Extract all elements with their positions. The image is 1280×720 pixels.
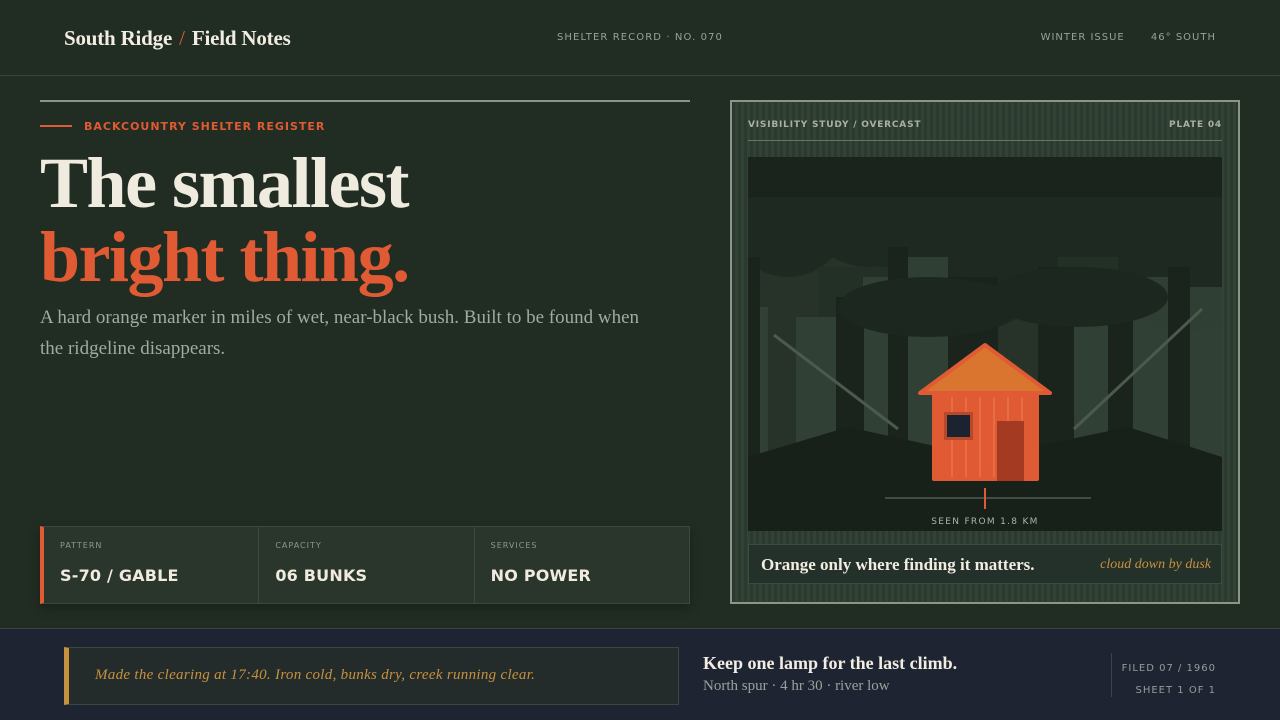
visibility-plate: VISIBILITY STUDY / OVERCAST PLATE 04 SEE… bbox=[730, 100, 1240, 604]
spec-panel: PATTERN S-70 / GABLE CAPACITY 06 BUNKS S… bbox=[40, 526, 690, 604]
register-eyebrow: BACKCOUNTRY SHELTER REGISTER bbox=[40, 120, 325, 133]
spec-label: PATTERN bbox=[60, 541, 103, 550]
issue-label: WINTER ISSUE bbox=[1040, 32, 1125, 43]
plate-title: VISIBILITY STUDY / OVERCAST bbox=[748, 120, 922, 130]
page-headline: The smallest bright thing. bbox=[40, 143, 410, 297]
footer-meta: FILED 07 / 1960 SHEET 1 OF 1 bbox=[1122, 658, 1216, 702]
plate-caption-bar: Orange only where finding it matters. cl… bbox=[748, 544, 1222, 584]
headline-line-2: bright thing. bbox=[40, 217, 410, 297]
eyebrow-dash bbox=[40, 125, 72, 127]
spec-pattern: PATTERN S-70 / GABLE bbox=[44, 527, 260, 603]
plate-caption-note: cloud down by dusk bbox=[1100, 557, 1211, 572]
spec-capacity: CAPACITY 06 BUNKS bbox=[259, 527, 475, 603]
spec-value: NO POWER bbox=[490, 566, 592, 585]
forest-scene-illustration: SEEN FROM 1.8 KM bbox=[748, 157, 1222, 531]
distance-label: SEEN FROM 1.8 KM bbox=[931, 517, 1038, 527]
sheet-count: SHEET 1 OF 1 bbox=[1135, 685, 1216, 696]
field-note-card: Made the clearing at 17:40. Iron cold, b… bbox=[64, 647, 679, 705]
hero-rule bbox=[40, 100, 690, 102]
footer-divider bbox=[1111, 653, 1112, 697]
spec-value: 06 BUNKS bbox=[275, 566, 368, 585]
spec-services: SERVICES NO POWER bbox=[475, 527, 689, 603]
plate-caption: Orange only where finding it matters. bbox=[761, 555, 1035, 574]
lede-paragraph: A hard orange marker in miles of wet, ne… bbox=[40, 307, 640, 359]
plate-rule bbox=[748, 140, 1222, 141]
issue-meta: WINTER ISSUE 46° SOUTH bbox=[1041, 32, 1216, 43]
field-note-text: Made the clearing at 17:40. Iron cold, b… bbox=[95, 667, 536, 683]
footer-title: Keep one lamp for the last climb. bbox=[703, 653, 958, 673]
headline-line-1: The smallest bbox=[40, 143, 409, 223]
filed-date: FILED 07 / 1960 bbox=[1121, 663, 1216, 674]
spec-label: CAPACITY bbox=[275, 541, 322, 550]
latitude-label: 46° SOUTH bbox=[1150, 32, 1216, 43]
plate-number: PLATE 04 bbox=[1169, 120, 1222, 130]
eyebrow-text: BACKCOUNTRY SHELTER REGISTER bbox=[84, 120, 326, 133]
footer-bar: Made the clearing at 17:40. Iron cold, b… bbox=[0, 628, 1280, 720]
plate-header: VISIBILITY STUDY / OVERCAST PLATE 04 bbox=[748, 120, 1222, 130]
footer-subtitle: North spur · 4 hr 30 · river low bbox=[703, 678, 890, 694]
top-bar: South Ridge / Field Notes SHELTER RECORD… bbox=[0, 0, 1280, 76]
spec-label: SERVICES bbox=[490, 541, 538, 550]
spec-value: S-70 / GABLE bbox=[60, 566, 179, 585]
